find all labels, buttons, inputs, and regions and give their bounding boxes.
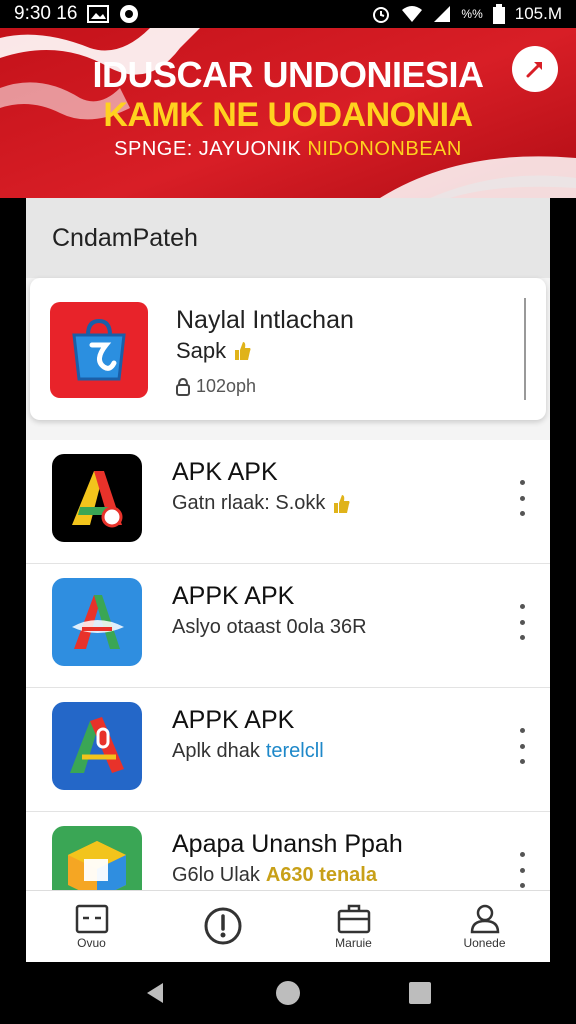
lock-icon (176, 377, 190, 396)
thumbs-up-icon (235, 342, 251, 360)
list-item-subtitle: G6lo Ulak (172, 864, 260, 886)
banner-headline: KAMK NE UODANONIA (103, 96, 473, 134)
list-item-title: APPK APK (172, 706, 295, 734)
recents-icon[interactable] (407, 980, 433, 1006)
apk-letter-a-dark-icon (52, 454, 142, 542)
signal-text: %% (461, 7, 483, 21)
nav-label-apps: Ovuo (77, 935, 106, 950)
list-item-subtitle-accent: A630 tenala (265, 864, 377, 886)
overflow-menu-icon[interactable] (512, 728, 532, 764)
gallery-icon (87, 5, 110, 23)
back-icon[interactable] (143, 980, 169, 1006)
list-item-subtitle-row: Aslyo otaast 0ola 36R (172, 616, 367, 639)
overflow-menu-icon[interactable] (512, 852, 532, 888)
person-icon (470, 904, 499, 933)
apk-letter-a-navy-icon (52, 702, 142, 790)
list-item-title: APPK APK (172, 582, 295, 610)
list-item-subtitle-row: G6lo Ulak A630 tenala (172, 864, 377, 887)
briefcase-icon (337, 904, 370, 933)
nav-label-manage: Maruie (335, 935, 372, 950)
bottom-navigation: Ovuo Maruie Uonede (26, 890, 550, 962)
info-circle-icon (204, 907, 241, 944)
featured-app-size-row: 102oph (176, 376, 256, 397)
system-navigation-bar (0, 962, 576, 1024)
featured-app-subtitle: Sapk (176, 338, 227, 363)
featured-app-card[interactable]: Naylal Intlachan Sapk 102oph (30, 278, 546, 420)
featured-app-subtitle-row: Sapk (176, 338, 252, 364)
list-item[interactable]: APPK APK Aplk dhak terelcll (26, 688, 550, 812)
list-item-subtitle: Gatn rlaak: S.okk (172, 492, 326, 514)
left-gutter (0, 198, 26, 962)
nav-item-profile[interactable]: Uonede (419, 891, 550, 962)
list-item[interactable]: APK APK Gatn rlaak: S.okk (26, 440, 550, 564)
overflow-menu-icon[interactable] (512, 480, 532, 516)
app-bag-icon (50, 302, 148, 398)
nav-item-apps[interactable]: Ovuo (26, 891, 157, 962)
banner-subtitle-highlight: NIDONONBEAN (307, 138, 462, 160)
promo-banner[interactable]: IDUSCAR UNDONIESIA KAMK NE UODANONIA SPN… (0, 28, 576, 198)
status-time: 9:30 16 (14, 3, 78, 24)
wifi-icon (401, 5, 423, 23)
apps-grid-icon (75, 904, 108, 933)
banner-subtitle-prefix: SPNGE: JAYUONIK (114, 138, 302, 160)
cell-signal-icon (433, 5, 451, 23)
main-content: CndamPateh Naylal Intlachan Sapk 102oph (26, 198, 550, 962)
pin-arrow-icon (526, 62, 542, 78)
featured-app-size: 102oph (196, 376, 257, 396)
list-item-subtitle-accent: terelcll (265, 740, 324, 762)
list-item-subtitle: Aplk dhak (172, 740, 260, 762)
thumbs-up-icon (334, 494, 350, 513)
list-item-subtitle-row: Gatn rlaak: S.okk (172, 492, 351, 515)
alarm-icon (371, 4, 391, 24)
list-item-subtitle-row: Aplk dhak terelcll (172, 740, 324, 763)
battery-text: 105.M (514, 4, 562, 23)
banner-action-button[interactable] (512, 46, 558, 92)
record-icon (119, 4, 139, 24)
overflow-menu-icon[interactable] (512, 604, 532, 640)
banner-subtitle: SPNGE: JAYUONIK NIDONONBEAN (0, 138, 576, 161)
app-list: APK APK Gatn rlaak: S.okk APPK APK Aslyo… (26, 440, 550, 936)
banner-title: IDUSCAR UNDONIESIA (92, 54, 484, 95)
card-scrollbar[interactable] (524, 298, 526, 400)
battery-icon (492, 4, 505, 24)
nav-label-profile: Uonede (463, 935, 506, 950)
list-item-subtitle: Aslyo otaast 0ola 36R (172, 616, 367, 638)
status-bar: 9:30 16 %% 105.M (0, 0, 576, 28)
list-item-title: Apapa Unansh Ppah (172, 830, 403, 858)
right-gutter (550, 198, 576, 962)
section-title: CndamPateh (26, 198, 550, 278)
nav-item-manage[interactable]: Maruie (288, 891, 419, 962)
list-item[interactable]: APPK APK Aslyo otaast 0ola 36R (26, 564, 550, 688)
nav-item-info[interactable] (157, 891, 288, 962)
list-item-title: APK APK (172, 458, 278, 486)
featured-app-title: Naylal Intlachan (176, 306, 354, 334)
home-icon[interactable] (275, 980, 301, 1006)
apk-letter-a-blue-icon (52, 578, 142, 666)
